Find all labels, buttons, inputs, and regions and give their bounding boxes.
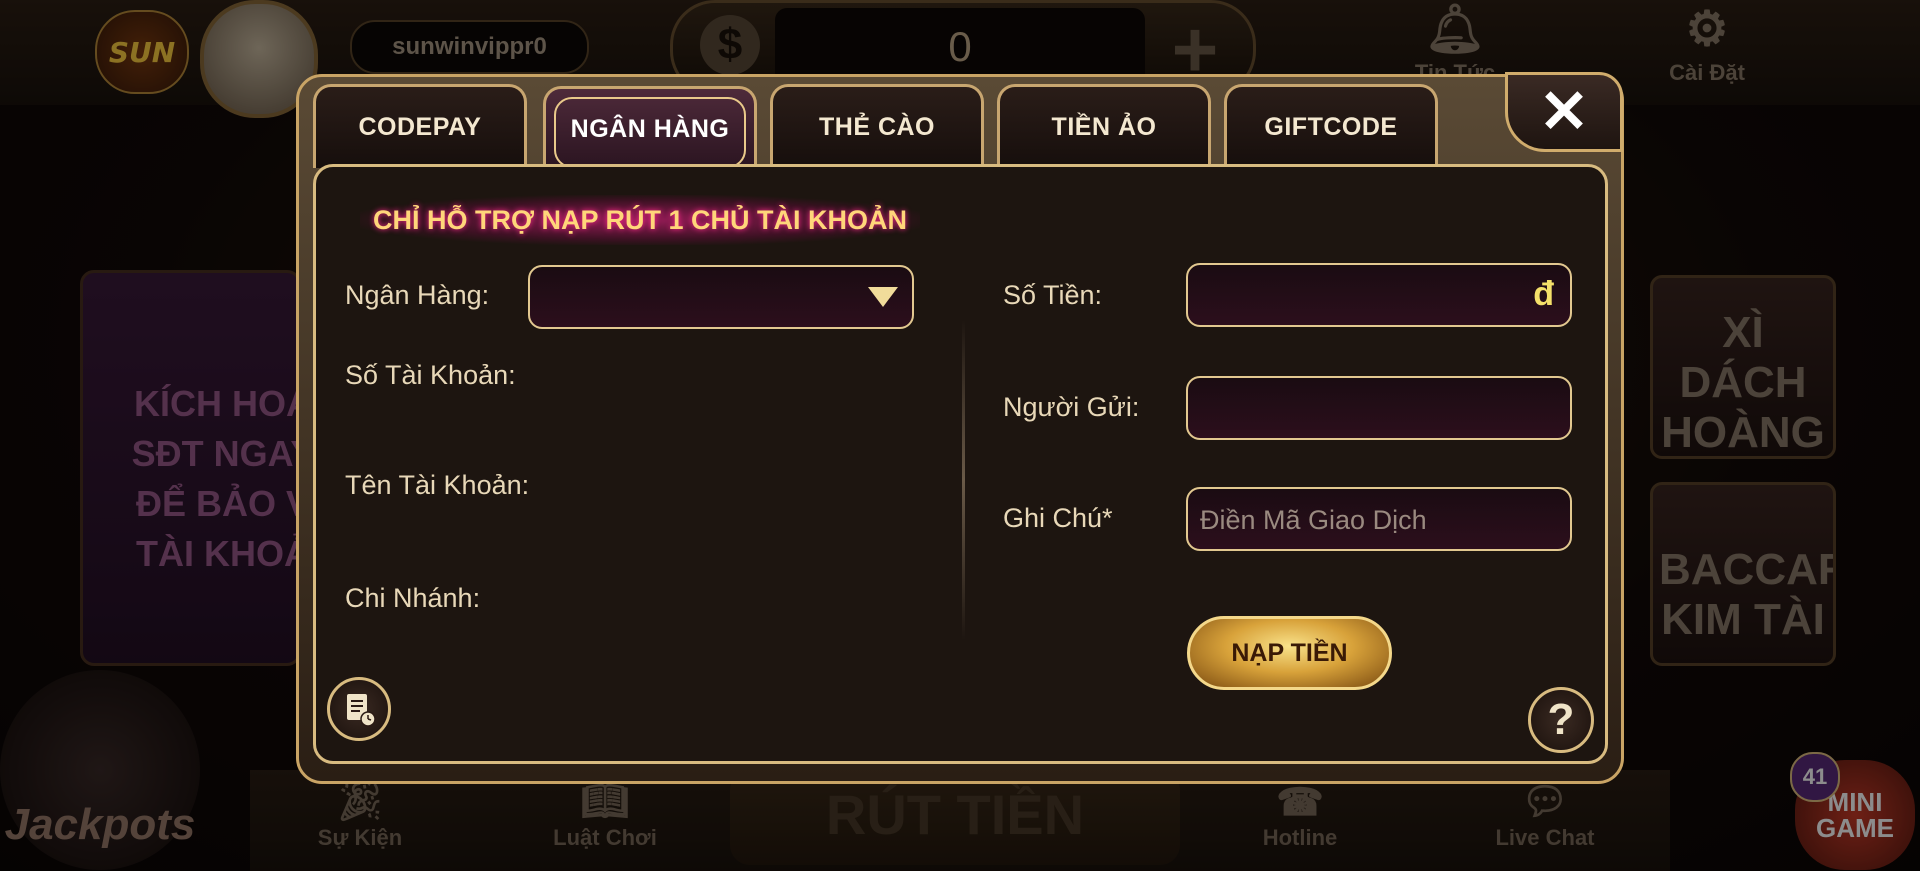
history-button[interactable] — [327, 677, 391, 741]
amount-label: Số Tiền: — [1003, 280, 1103, 310]
account-name-label: Tên Tài Khoản: — [345, 470, 530, 500]
deposit-submit-button[interactable]: NẠP TIỀN — [1187, 616, 1392, 690]
close-button[interactable]: ✕ — [1505, 72, 1623, 152]
sender-label: Người Gửi: — [1003, 392, 1140, 422]
note-placeholder: Điền Mã Giao Dịch — [1200, 505, 1427, 535]
currency-symbol: đ — [1533, 275, 1554, 313]
tab-codepay[interactable]: CODEPAY — [313, 84, 527, 168]
tab-ngan-hang[interactable]: NGÂN HÀNG — [543, 86, 757, 170]
document-clock-icon — [347, 694, 376, 727]
branch-label: Chi Nhánh: — [345, 583, 481, 613]
tab-giftcode[interactable]: GIFTCODE — [1224, 84, 1438, 168]
close-icon: ✕ — [1538, 78, 1590, 145]
note-label: Ghi Chú* — [1003, 503, 1113, 533]
sender-input[interactable] — [1186, 376, 1572, 440]
account-number-label: Số Tài Khoản: — [345, 360, 516, 390]
chevron-down-icon — [868, 287, 898, 307]
column-divider — [962, 320, 965, 640]
tab-the-cao[interactable]: THẺ CÀO — [770, 84, 984, 168]
notice-banner: CHỈ HỖ TRỢ NẠP RÚT 1 CHỦ TÀI KHOẢN — [360, 195, 920, 245]
bank-label: Ngân Hàng: — [345, 280, 490, 310]
note-input[interactable]: Điền Mã Giao Dịch — [1186, 487, 1572, 551]
help-button[interactable]: ? — [1528, 687, 1594, 753]
amount-input[interactable]: đ — [1186, 263, 1572, 327]
deposit-panel — [313, 164, 1608, 764]
tab-tien-ao[interactable]: TIỀN ẢO — [997, 84, 1211, 168]
bank-select[interactable] — [528, 265, 914, 329]
help-icon: ? — [1547, 695, 1575, 744]
